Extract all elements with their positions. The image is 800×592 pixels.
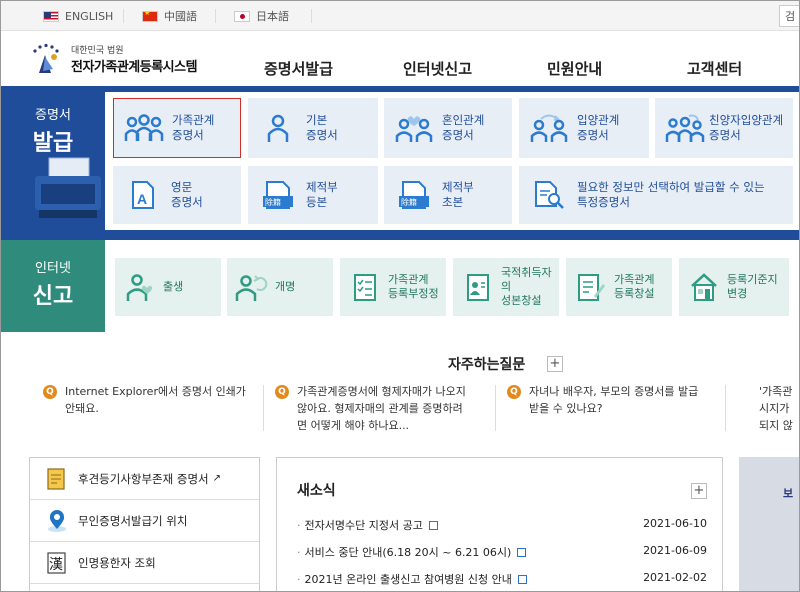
china-flag-icon bbox=[142, 9, 158, 22]
faq-more-button[interactable]: + bbox=[547, 356, 563, 372]
news-date: 2021-02-02 bbox=[643, 571, 707, 584]
question-icon: Q bbox=[507, 385, 521, 399]
certificate-panel: 가족관계 증명서 기본 증명서 혼인관계 증명서 입양관계 증명서 친양자입양관… bbox=[105, 92, 799, 230]
lang-chinese[interactable]: 中國語 bbox=[142, 1, 197, 31]
removed-badge-text: 除籍 bbox=[401, 197, 417, 207]
news-date: 2021-06-10 bbox=[643, 517, 707, 530]
faq-item[interactable]: Q Internet Explorer에서 증명서 인쇄가 안돼요. bbox=[43, 383, 255, 417]
register-correction-card[interactable]: 가족관계 등록부정정 bbox=[340, 258, 446, 316]
magnifier-document-icon bbox=[529, 178, 569, 212]
removed-register-copy-card[interactable]: 除籍 제적부 등본 bbox=[248, 166, 378, 224]
naturalized-surname-card[interactable]: 국적취득자의 성본창설 bbox=[453, 258, 559, 316]
rename-icon bbox=[235, 271, 269, 303]
court-emblem-icon bbox=[29, 43, 65, 75]
full-adoption-icon bbox=[665, 111, 705, 145]
news-item[interactable]: · 전자서명수단 지정서 공고 2021-06-10 bbox=[297, 517, 707, 533]
lang-english[interactable]: ENGLISH bbox=[43, 1, 113, 31]
location-pin-icon bbox=[44, 508, 70, 534]
question-icon: Q bbox=[43, 385, 57, 399]
family-relation-certificate-card[interactable]: 가족관계 증명서 bbox=[113, 98, 241, 158]
document-icon bbox=[428, 521, 438, 530]
external-link-icon: ↗ bbox=[212, 473, 222, 484]
internet-report-panel: 출생 개명 가족관계 등록부정정 국적취득자의 성본창설 가족관계 등록창설 등… bbox=[105, 240, 799, 332]
news-item[interactable]: · 서비스 중단 안내(6.18 20시 ~ 6.21 06시) 2021-06-… bbox=[297, 544, 707, 560]
faq-item[interactable]: Q 가족관계증명서에 형제자매가 나오지 않아요. 형제자매의 관계를 증명하려… bbox=[275, 383, 491, 434]
site-logo[interactable]: 대한민국 법원 전자가족관계등록시스템 bbox=[29, 43, 198, 75]
news-item[interactable]: · 2021년 온라인 출생신고 참여병원 신청 안내 2021-02-02 bbox=[297, 571, 707, 587]
birth-report-card[interactable]: 출생 bbox=[115, 258, 221, 316]
rename-report-card[interactable]: 개명 bbox=[227, 258, 333, 316]
faq-title: 자주하는질문 bbox=[448, 357, 526, 373]
lang-japanese[interactable]: 日本語 bbox=[234, 1, 289, 31]
base-address-change-card[interactable]: 등록기준지 변경 bbox=[679, 258, 789, 316]
document-icon bbox=[517, 575, 527, 584]
checklist-icon bbox=[348, 271, 382, 303]
adoption-certificate-card[interactable]: 입양관계 증명서 bbox=[519, 98, 649, 158]
news-more-button[interactable]: + bbox=[691, 483, 707, 499]
faq-item[interactable]: Q 자녀나 배우자, 부모의 증명서를 발급 받을 수 있나요? bbox=[507, 383, 719, 417]
site-header: 대한민국 법원 전자가족관계등록시스템 증명서발급 인터넷신고 민원안내 고객센… bbox=[1, 31, 799, 86]
adoption-icon bbox=[529, 111, 569, 145]
language-bar: ENGLISH 中國語 日本語 검 bbox=[1, 1, 799, 31]
removed-register-icon: 除籍 bbox=[394, 178, 434, 212]
quick-link-guardianship-certificate[interactable]: 후견등기사항부존재 증명서 ↗ bbox=[30, 458, 259, 500]
document-icon bbox=[517, 548, 527, 557]
nav-civil-guide[interactable]: 민원안내 bbox=[547, 58, 602, 79]
person-icon bbox=[258, 111, 298, 145]
lang-label: 中國語 bbox=[164, 10, 197, 23]
removed-badge-text: 除籍 bbox=[265, 197, 281, 207]
basic-certificate-card[interactable]: 기본 증명서 bbox=[248, 98, 378, 158]
logo-title: 전자가족관계등록시스템 bbox=[71, 60, 198, 75]
removed-register-extract-card[interactable]: 除籍 제적부 초본 bbox=[384, 166, 512, 224]
us-flag-icon bbox=[43, 10, 59, 22]
english-document-icon: A bbox=[123, 178, 163, 212]
quick-link-hanja-lookup[interactable]: 漢 인명용한자 조회 bbox=[30, 542, 259, 584]
faq-item[interactable]: Q '가족관 시지가 되지 않 bbox=[759, 383, 799, 434]
full-adoption-certificate-card[interactable]: 친양자입양관계 증명서 bbox=[655, 98, 793, 158]
side-banner[interactable]: 보 bbox=[739, 457, 799, 591]
svg-text:A: A bbox=[137, 191, 147, 207]
nav-customer-center[interactable]: 고객센터 bbox=[687, 58, 742, 79]
news-title: 새소식 bbox=[297, 483, 336, 499]
lang-label: 日本語 bbox=[256, 10, 289, 23]
printer-icon bbox=[35, 157, 101, 218]
question-icon: Q bbox=[275, 385, 289, 399]
nav-certificate-issue[interactable]: 증명서발급 bbox=[264, 58, 333, 79]
logo-subtitle: 대한민국 법원 bbox=[71, 46, 124, 56]
japan-flag-icon bbox=[234, 10, 250, 22]
nav-internet-report[interactable]: 인터넷신고 bbox=[403, 58, 472, 79]
internet-report-section-title: 인터넷 신고 bbox=[32, 261, 74, 309]
certificate-doc-icon bbox=[44, 466, 70, 492]
browser-viewport: ENGLISH 中國語 日本語 검 bbox=[0, 0, 800, 592]
couple-heart-icon bbox=[394, 111, 434, 145]
house-icon bbox=[687, 271, 721, 303]
document-pen-icon bbox=[574, 271, 608, 303]
register-creation-card[interactable]: 가족관계 등록창설 bbox=[566, 258, 672, 316]
certificate-section-title: 증명서 발급 bbox=[32, 108, 74, 156]
news-date: 2021-06-09 bbox=[643, 544, 707, 557]
birth-icon bbox=[123, 271, 157, 303]
hanja-glyph: 漢 bbox=[49, 557, 63, 573]
english-certificate-card[interactable]: A 영문 증명서 bbox=[113, 166, 241, 224]
removed-register-icon: 除籍 bbox=[258, 178, 298, 212]
lang-label: ENGLISH bbox=[65, 9, 114, 23]
hanja-book-icon: 漢 bbox=[44, 550, 70, 576]
quick-links: 후견등기사항부존재 증명서 ↗ 무인증명서발급기 위치 漢 인명용한자 조회 bbox=[29, 457, 260, 591]
specific-certificate-card[interactable]: 필요한 정보만 선택하여 발급할 수 있는 특정증명서 bbox=[519, 166, 793, 224]
internet-report-section: 인터넷 신고 출생 개명 가족관계 등록부정정 국적취득자의 성본창설 가족관계… bbox=[1, 240, 799, 332]
certificate-section: 증명서 발급 가족관계 증명서 기본 증명서 혼인관계 증명서 입양관계 증명서… bbox=[1, 86, 799, 240]
quick-link-kiosk-location[interactable]: 무인증명서발급기 위치 bbox=[30, 500, 259, 542]
id-card-icon bbox=[461, 271, 495, 303]
news-panel: 새소식 + · 전자서명수단 지정서 공고 2021-06-10 · 서비스 중단 … bbox=[276, 457, 723, 591]
search-button[interactable]: 검 bbox=[779, 5, 799, 27]
marriage-certificate-card[interactable]: 혼인관계 증명서 bbox=[384, 98, 512, 158]
family-icon bbox=[124, 111, 164, 145]
